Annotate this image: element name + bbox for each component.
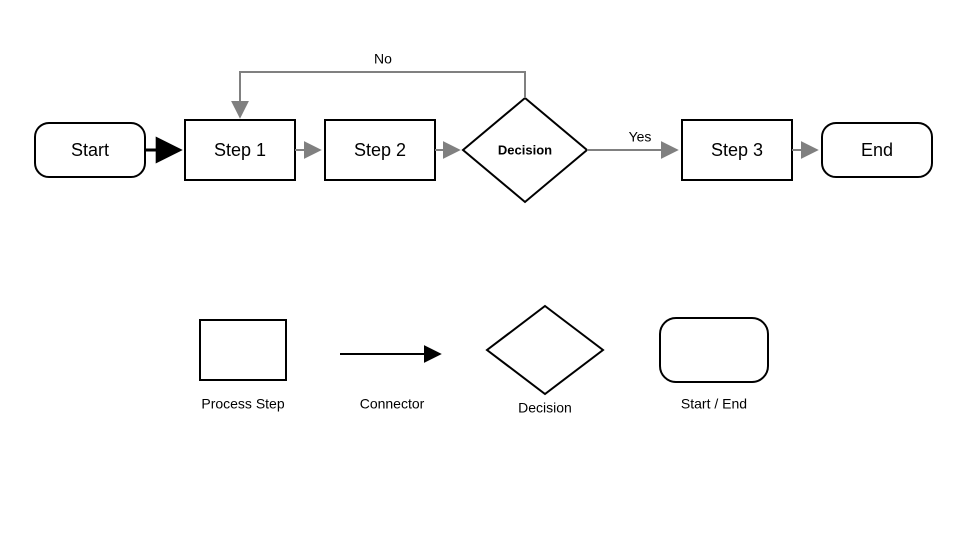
edge-decision-yes: Yes <box>587 129 677 150</box>
node-step2: Step 2 <box>325 120 435 180</box>
edge-yes-label: Yes <box>629 129 652 145</box>
node-step3: Step 3 <box>682 120 792 180</box>
legend-terminal: Start / End <box>660 318 768 411</box>
node-step1: Step 1 <box>185 120 295 180</box>
edge-no-label: No <box>374 51 392 67</box>
legend-process: Process Step <box>200 320 286 411</box>
node-step2-label: Step 2 <box>354 140 406 160</box>
node-start-label: Start <box>71 140 109 160</box>
flowchart-canvas: Start Step 1 Step 2 Decision Yes No Step… <box>0 0 960 540</box>
legend-process-label: Process Step <box>201 395 284 411</box>
legend-terminal-label: Start / End <box>681 395 747 411</box>
legend-decision: Decision <box>487 306 603 415</box>
node-step1-label: Step 1 <box>214 140 266 160</box>
node-end: End <box>822 123 932 177</box>
node-step3-label: Step 3 <box>711 140 763 160</box>
legend-connector: Connector <box>340 354 440 411</box>
node-decision-label: Decision <box>498 142 552 157</box>
node-start: Start <box>35 123 145 177</box>
legend-decision-label: Decision <box>518 399 572 415</box>
legend-connector-label: Connector <box>360 395 425 411</box>
edge-decision-no: No <box>240 51 525 117</box>
node-decision: Decision <box>463 98 587 202</box>
node-end-label: End <box>861 140 893 160</box>
